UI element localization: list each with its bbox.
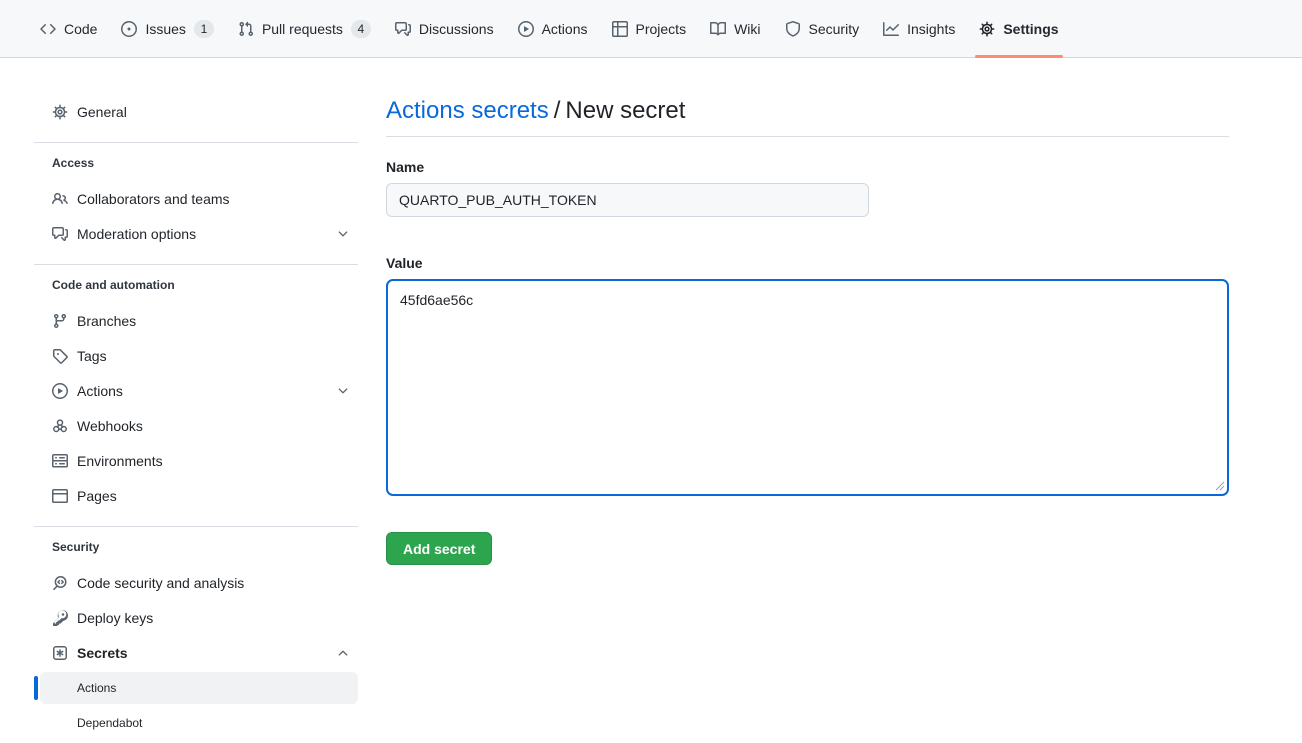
projects-icon [612,21,628,37]
sidebar-item-label: Dependabot [77,716,350,730]
tab-insights[interactable]: Insights [871,0,967,57]
sidebar-item-collaborators[interactable]: Collaborators and teams [40,183,358,215]
tab-label: Insights [907,21,955,37]
chevron-down-icon[interactable] [336,227,350,241]
sidebar-item-label: Tags [77,348,350,364]
gear-icon [52,104,68,120]
discussions-icon [52,226,68,242]
sidebar-divider [34,142,358,143]
repo-tab-bar: Code Issues 1 Pull requests 4 Discussion… [0,0,1302,58]
tab-pull-requests[interactable]: Pull requests 4 [226,0,383,57]
tab-code[interactable]: Code [28,0,109,57]
heading-divider [386,136,1229,137]
tab-discussions[interactable]: Discussions [383,0,506,57]
sidebar-item-secrets-dependabot[interactable]: Dependabot [40,707,358,739]
sidebar-item-pages[interactable]: Pages [40,480,358,512]
secret-name-input[interactable] [386,183,869,217]
issues-count-badge: 1 [194,20,214,38]
tab-projects[interactable]: Projects [600,0,699,57]
book-icon [710,21,726,37]
sidebar-item-secrets-actions[interactable]: Actions [40,672,358,704]
value-label: Value [386,255,1229,271]
browser-icon [52,488,68,504]
breadcrumb-current: New secret [565,97,685,124]
pull-requests-count-badge: 4 [351,20,371,38]
sidebar-item-label: Actions [77,383,327,399]
sidebar-item-label: Webhooks [77,418,350,434]
resize-handle[interactable] [1215,481,1225,491]
key-icon [52,610,68,626]
secret-value-field: 45fd6ae56c [386,279,1229,496]
sidebar-item-label: Code security and analysis [77,575,350,591]
tab-issues[interactable]: Issues 1 [109,0,225,57]
sidebar-item-moderation-options[interactable]: Moderation options [40,218,358,250]
main-content: Actions secrets/New secret Name Value 45… [386,96,1229,565]
tab-actions[interactable]: Actions [506,0,600,57]
sidebar-section-access: Access [40,153,358,173]
sidebar-item-general[interactable]: General [40,96,358,128]
tab-security[interactable]: Security [773,0,872,57]
sidebar-section-security: Security [40,537,358,557]
sidebar-divider [34,264,358,265]
tab-wiki[interactable]: Wiki [698,0,772,57]
tab-label: Pull requests [262,21,343,37]
people-icon [52,191,68,207]
tab-label: Issues [145,21,185,37]
shield-icon [785,21,801,37]
tab-label: Projects [636,21,687,37]
chevron-down-icon[interactable] [336,384,350,398]
sidebar-item-label: Actions [77,681,350,695]
tab-label: Wiki [734,21,760,37]
sidebar-item-label: Pages [77,488,350,504]
sidebar-item-webhooks[interactable]: Webhooks [40,410,358,442]
tab-label: Code [64,21,97,37]
tab-settings[interactable]: Settings [967,0,1070,57]
tab-label: Settings [1003,21,1058,37]
issue-opened-icon [121,21,137,37]
server-icon [52,453,68,469]
graph-icon [883,21,899,37]
sidebar-item-secrets[interactable]: Secrets [40,637,358,669]
sidebar-item-tags[interactable]: Tags [40,340,358,372]
sidebar-item-label: Deploy keys [77,610,350,626]
sidebar-item-label: Environments [77,453,350,469]
sidebar-item-label: General [77,104,350,120]
sidebar-item-label: Moderation options [77,226,327,242]
play-circle-icon [518,21,534,37]
secret-value-textarea[interactable]: 45fd6ae56c [386,279,1229,496]
breadcrumb-link-actions-secrets[interactable]: Actions secrets [386,97,549,124]
name-label: Name [386,159,1229,175]
sidebar-item-code-security[interactable]: Code security and analysis [40,567,358,599]
sidebar-item-environments[interactable]: Environments [40,445,358,477]
chevron-up-icon[interactable] [336,646,350,660]
discussions-icon [395,21,411,37]
add-secret-button[interactable]: Add secret [386,532,492,565]
codescan-icon [52,575,68,591]
sidebar-item-deploy-keys[interactable]: Deploy keys [40,602,358,634]
tab-label: Security [809,21,860,37]
play-circle-icon [52,383,68,399]
sidebar-item-branches[interactable]: Branches [40,305,358,337]
sidebar-item-label: Secrets [77,645,327,661]
tab-label: Discussions [419,21,494,37]
tag-icon [52,348,68,364]
sidebar-section-code-and-automation: Code and automation [40,275,358,295]
sidebar-item-label: Branches [77,313,350,329]
breadcrumb-separator: / [554,97,561,124]
tab-label: Actions [542,21,588,37]
code-icon [40,21,56,37]
sidebar-item-label: Collaborators and teams [77,191,350,207]
webhook-icon [52,418,68,434]
git-branch-icon [52,313,68,329]
gear-icon [979,21,995,37]
settings-sidebar: General Access Collaborators and teams M… [34,96,358,742]
page-body: General Access Collaborators and teams M… [0,58,1302,742]
sidebar-divider [34,526,358,527]
key-asterisk-icon [52,645,68,661]
pull-request-icon [238,21,254,37]
page-title: Actions secrets/New secret [386,96,1229,126]
sidebar-item-actions[interactable]: Actions [40,375,358,407]
